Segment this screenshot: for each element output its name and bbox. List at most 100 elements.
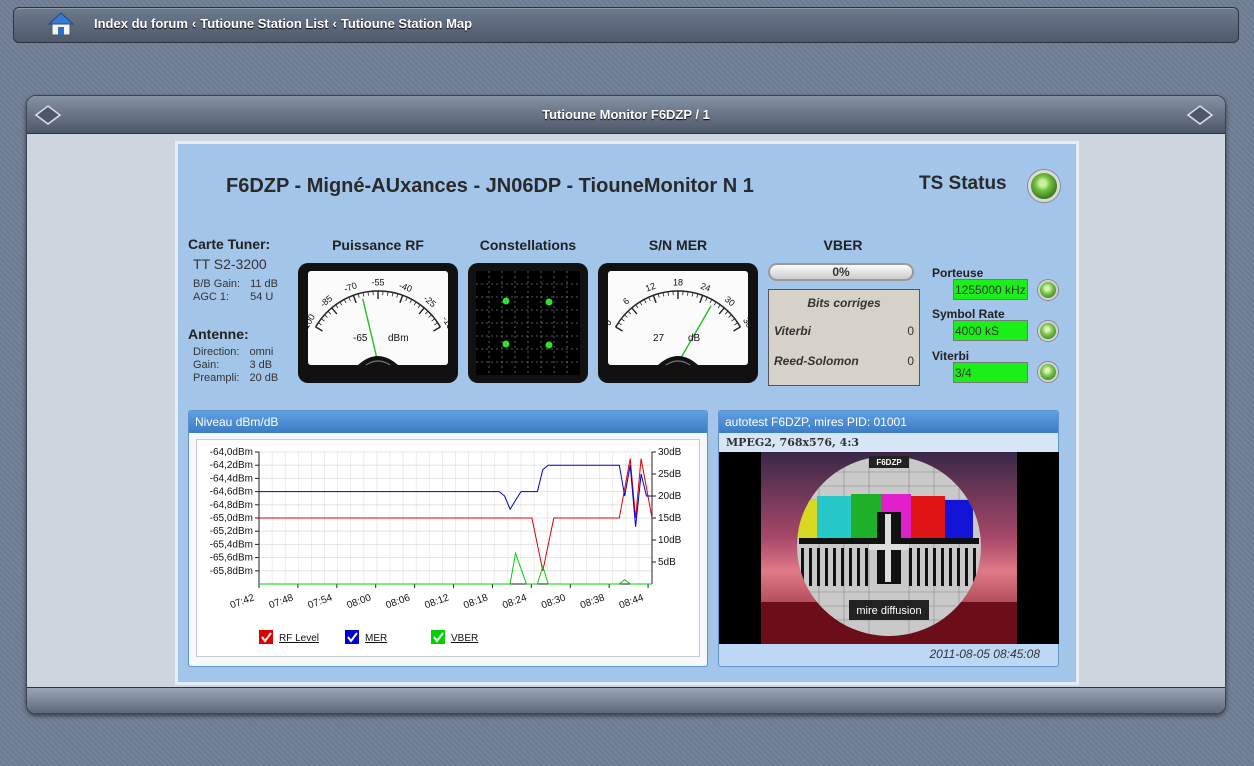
y-left-tick-label: -65,0dBm: [210, 513, 253, 524]
breadcrumb-station-map[interactable]: Tutioune Station Map: [341, 16, 472, 31]
y-right-tick-label: 30dB: [658, 447, 682, 458]
y-left-tick-label: -65,8dBm: [210, 566, 253, 577]
constellation-point: [502, 297, 510, 305]
rf-power-meter: -100 -85 -70 -55 -40 -25 -10 -65 dBm: [298, 263, 458, 383]
breadcrumb-station-list[interactable]: Tutioune Station List: [200, 16, 328, 31]
porteuse-value: 1255000 kHz: [953, 279, 1028, 300]
y-left-tick-label: -64,0dBm: [210, 447, 253, 458]
mer-label: S/N MER: [648, 237, 708, 253]
antenna-heading: Antenne:: [188, 326, 249, 342]
corrected-bits-title: Bits corriges: [807, 296, 881, 310]
y-left-tick-label: -65,6dBm: [210, 553, 253, 564]
collapse-right-icon[interactable]: [1187, 102, 1213, 128]
constellation-point: [545, 298, 553, 306]
antenna-info: Antenne: Direction: omni Gain: 3 dB Preamp…: [188, 326, 288, 385]
symbol-rate-value: 4000 kS: [953, 320, 1028, 341]
viterbi-row: Viterbi 0: [774, 324, 914, 338]
legend-item-rf-level[interactable]: RF Level: [259, 630, 319, 644]
test-pattern-bottom-banner: mire diffusion: [856, 605, 921, 617]
level-chart: -64,0dBm -64,2dBm -64,4dBm -64,6dBm -64,8dBm…: [210, 447, 682, 644]
constellations-label: Constellations: [479, 237, 577, 253]
y-right-tick-label: 20dB: [658, 491, 682, 502]
constellation-plot: [476, 271, 580, 375]
rf-meter-tick-label: -55: [371, 277, 384, 287]
reed-solomon-count: 0: [907, 354, 914, 368]
vber-progress-bar: 0%: [768, 263, 914, 281]
symbol-rate-label: Symbol Rate: [932, 307, 1005, 321]
y-right-tick-label: 25dB: [658, 469, 682, 480]
tuner-agc-value: 54 U: [250, 291, 274, 303]
x-tick-label: 08:00: [345, 592, 373, 611]
mer-meter-value: 27: [653, 333, 665, 344]
video-format: MPEG2, 768x576, 4:3: [719, 433, 1058, 452]
x-tick-label: 07:48: [268, 592, 296, 611]
constellation-point: [502, 340, 510, 348]
legend-label: RF Level: [279, 633, 319, 644]
legend-item-mer[interactable]: MER: [345, 630, 387, 644]
tuner-agc-label: AGC 1:: [193, 291, 230, 303]
mer-meter-dial: 0612 18 24303627 dB: [603, 271, 755, 366]
viterbi-label: Viterbi: [774, 324, 811, 338]
antenna-table: Direction: omni Gain: 3 dB Preampli: 20 dB: [193, 346, 288, 385]
x-tick-label: 08:30: [540, 592, 568, 611]
station-title: F6DZP - Migné-AUxances - JN06DP - Tioune…: [226, 175, 754, 197]
home-icon[interactable]: [48, 11, 74, 37]
legend-checkbox-icon: [345, 630, 359, 644]
vber-label: VBER: [823, 237, 863, 253]
rf-meter-unit: dBm: [388, 333, 409, 344]
y-left-tick-label: -65,2dBm: [210, 526, 253, 537]
legend-checkbox-icon: [431, 630, 445, 644]
video-panel: autotest F6DZP, mires PID: 01001 MPEG2, …: [718, 410, 1059, 667]
y-left-tick-label: -64,6dBm: [210, 487, 253, 498]
ts-status-label: TS Status: [919, 173, 1007, 194]
y-right-tick-label: 10dB: [658, 535, 682, 546]
antenna-preampli-value: 20 dB: [249, 372, 279, 384]
x-tick-label: 08:18: [462, 592, 490, 611]
test-pattern-image: F6DZP mire diffusion: [761, 452, 1017, 644]
y-left-tick-label: -65,4dBm: [210, 539, 253, 550]
tuner-bb-gain-label: B/B Gain:: [193, 278, 241, 290]
tiounemonitor-area: F6DZP - Migné-AUxances - JN06DP - Tioune…: [175, 141, 1079, 685]
level-graph-panel: Niveau dBm/dB -64,0dBm -64,2dBm -64,4dBm -6…: [188, 410, 708, 667]
video-frame: F6DZP mire diffusion: [719, 452, 1059, 644]
breadcrumb: Index du forum ‹ Tutioune Station List ‹ Tut…: [94, 16, 472, 31]
symbol-rate-led-icon: [1038, 321, 1058, 341]
mer-meter-unit: dB: [688, 333, 701, 344]
tuner-bb-gain-value: 11 dB: [250, 278, 279, 290]
test-pattern-top-banner: F6DZP: [876, 458, 902, 467]
rf-power-label: Puissance RF: [332, 237, 424, 253]
mer-meter: 0 6 12 18 24 30 36 27 dB: [598, 263, 758, 383]
porteuse-led-icon: [1038, 280, 1058, 300]
level-graph-header: Niveau dBm/dB: [189, 411, 707, 433]
y-right-tick-label: 15dB: [658, 513, 682, 524]
y-right-tick-label: 5dB: [658, 557, 676, 568]
constellation-display: [468, 263, 588, 383]
ts-status-led-icon: [1028, 170, 1060, 202]
viterbi-rate-label: Viterbi: [932, 349, 970, 363]
x-tick-label: 07:54: [307, 592, 335, 611]
x-tick-label: 08:38: [579, 592, 607, 611]
tuner-info: Carte Tuner: TT S2-3200 B/B Gain: 11 dB A…: [188, 236, 288, 304]
tuner-card: TT S2-3200: [193, 256, 267, 272]
antenna-preampli-label: Preampli:: [193, 372, 240, 384]
panel-footer: [27, 687, 1225, 713]
x-tick-label: 08:06: [384, 592, 412, 611]
video-header: autotest F6DZP, mires PID: 01001: [719, 411, 1058, 433]
breadcrumb-forum-index[interactable]: Index du forum: [94, 16, 188, 31]
y-left-tick-label: -64,8dBm: [210, 500, 253, 511]
monitor-panel: Tutioune Monitor F6DZP / 1 F6DZP - Migné…: [26, 95, 1226, 714]
tuner-table: B/B Gain: 11 dB AGC 1: 54 U: [193, 278, 288, 304]
corrected-bits-box: Bits corriges Viterbi 0 Reed-Solomon 0: [768, 289, 920, 386]
y-left-tick-label: -64,4dBm: [210, 473, 253, 484]
antenna-direction-label: Direction:: [193, 346, 240, 358]
porteuse-label: Porteuse: [932, 266, 984, 280]
legend-label: VBER: [451, 633, 478, 644]
breadcrumb-separator: ‹: [191, 16, 197, 31]
panel-title: Tutioune Monitor F6DZP / 1: [542, 107, 710, 122]
rf-meter-value: -65: [353, 333, 368, 344]
legend-label: MER: [365, 633, 387, 644]
legend-item-vber[interactable]: VBER: [431, 630, 478, 644]
antenna-direction-value: omni: [249, 346, 274, 358]
x-tick-label: 07:42: [229, 592, 257, 611]
x-tick-label: 08:44: [618, 592, 646, 611]
